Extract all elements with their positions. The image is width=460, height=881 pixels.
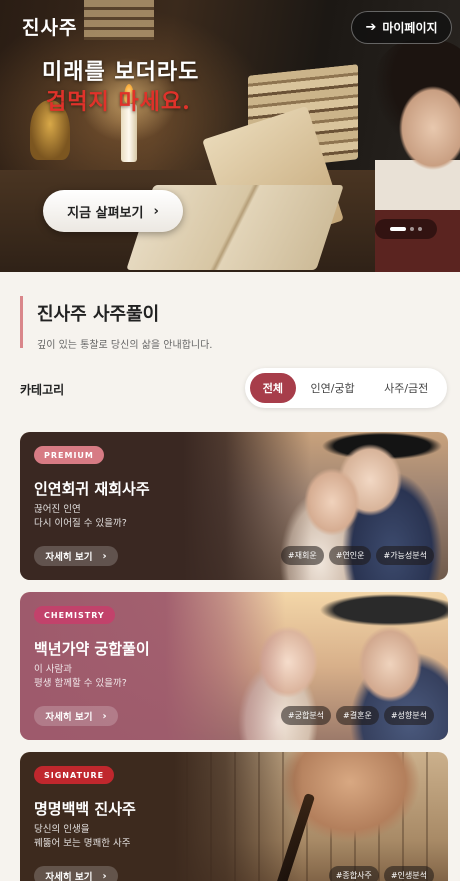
tab-saju-money[interactable]: 사주/금전 [369,373,443,403]
tag: #가능성분석 [376,546,434,565]
card-detail-button[interactable]: 자세히 보기 › [34,546,118,566]
mypage-button[interactable]: ➔ 마이페이지 [351,11,452,44]
card-desc-line2: 꿰뚫어 보는 명쾌한 사주 [34,838,131,849]
card-desc-line2: 다시 이어질 수 있을까? [34,518,127,529]
tag: #재회운 [280,546,324,565]
card-title: 인연회귀 재회사주 [34,480,150,498]
card-detail-label: 자세히 보기 [45,552,93,563]
section-title: 진사주 사주풀이 [37,304,160,325]
card-detail-label: 자세히 보기 [45,872,93,881]
card-badge: PREMIUM [34,446,104,464]
hero-cta-label: 지금 살펴보기 [67,205,144,221]
card-description: 당신의 인생을 꿰뚫어 보는 명쾌한 사주 [34,823,130,851]
carousel-dot-3[interactable] [418,227,422,231]
card-desc-line1: 끊어진 인연 [34,504,81,515]
card-tags: #종합사주 #인생분석 [328,866,434,881]
hero-image-books-back [84,0,154,40]
tag: #성향분석 [383,706,434,725]
carousel-dot-1[interactable] [390,227,406,231]
hero-banner[interactable]: 진사주 ➔ 마이페이지 미래를 보더라도 겁먹지 마세요. 지금 살펴보기 › [0,0,460,272]
service-card-signature[interactable]: SIGNATURE 명명백백 진사주 당신의 인생을 꿰뚫어 보는 명쾌한 사주… [20,752,448,881]
card-badge: SIGNATURE [34,766,115,784]
card-description: 이 사람과 평생 함께할 수 있을까? [34,663,127,691]
tag: #종합사주 [328,866,379,881]
card-detail-button[interactable]: 자세히 보기 › [34,706,118,726]
section-header: 진사주 사주풀이 깊이 있는 통찰로 당신의 삶을 안내합니다. [20,296,440,351]
hero-title-line1: 미래를 보더라도 [42,59,200,85]
category-label: 카테고리 [20,383,65,397]
card-detail-button[interactable]: 자세히 보기 › [34,866,118,881]
logo[interactable]: 진사주 [22,13,77,40]
tag: #궁합분석 [280,706,332,725]
hero-title-line2: 겁먹지 마세요. [46,89,191,115]
chevron-right-icon: › [102,710,107,722]
card-badge: CHEMISTRY [34,606,115,624]
hero-cta-button[interactable]: 지금 살펴보기 › [43,190,183,232]
tab-relationship[interactable]: 인연/궁합 [296,373,370,403]
card-detail-label: 자세히 보기 [45,712,93,723]
section-subtitle: 깊이 있는 통찰로 당신의 삶을 안내합니다. [37,340,213,351]
card-tags: #재회운 #연인운 #가능성분석 [280,546,434,565]
chevron-right-icon: › [102,550,107,562]
card-title: 백년가약 궁합풀이 [34,640,150,658]
service-card-compatibility[interactable]: CHEMISTRY 백년가약 궁합풀이 이 사람과 평생 함께할 수 있을까? … [20,592,448,740]
card-desc-line1: 당신의 인생을 [34,824,90,835]
card-description: 끊어진 인연 다시 이어질 수 있을까? [34,503,127,531]
card-tags: #궁합분석 #결혼운 #성향분석 [280,706,434,725]
mypage-label: 마이페이지 [382,21,438,35]
chevron-right-icon: › [102,870,107,881]
card-desc-line2: 평생 함께할 수 있을까? [34,678,127,689]
tag: #인생분석 [383,866,434,881]
tag: #결혼운 [336,706,379,725]
chevron-right-icon: › [153,203,159,219]
carousel-dot-2[interactable] [410,227,414,231]
service-card-reunion[interactable]: PREMIUM 인연회귀 재회사주 끊어진 인연 다시 이어질 수 있을까? 자… [20,432,448,580]
card-desc-line1: 이 사람과 [34,664,72,675]
card-title: 명명백백 진사주 [34,800,136,818]
arrow-right-icon: ➔ [365,20,377,35]
tag: #연인운 [328,546,372,565]
category-tabs: 전체 인연/궁합 사주/금전 [245,368,447,408]
carousel-indicator[interactable] [375,219,437,239]
tab-all[interactable]: 전체 [250,373,296,403]
